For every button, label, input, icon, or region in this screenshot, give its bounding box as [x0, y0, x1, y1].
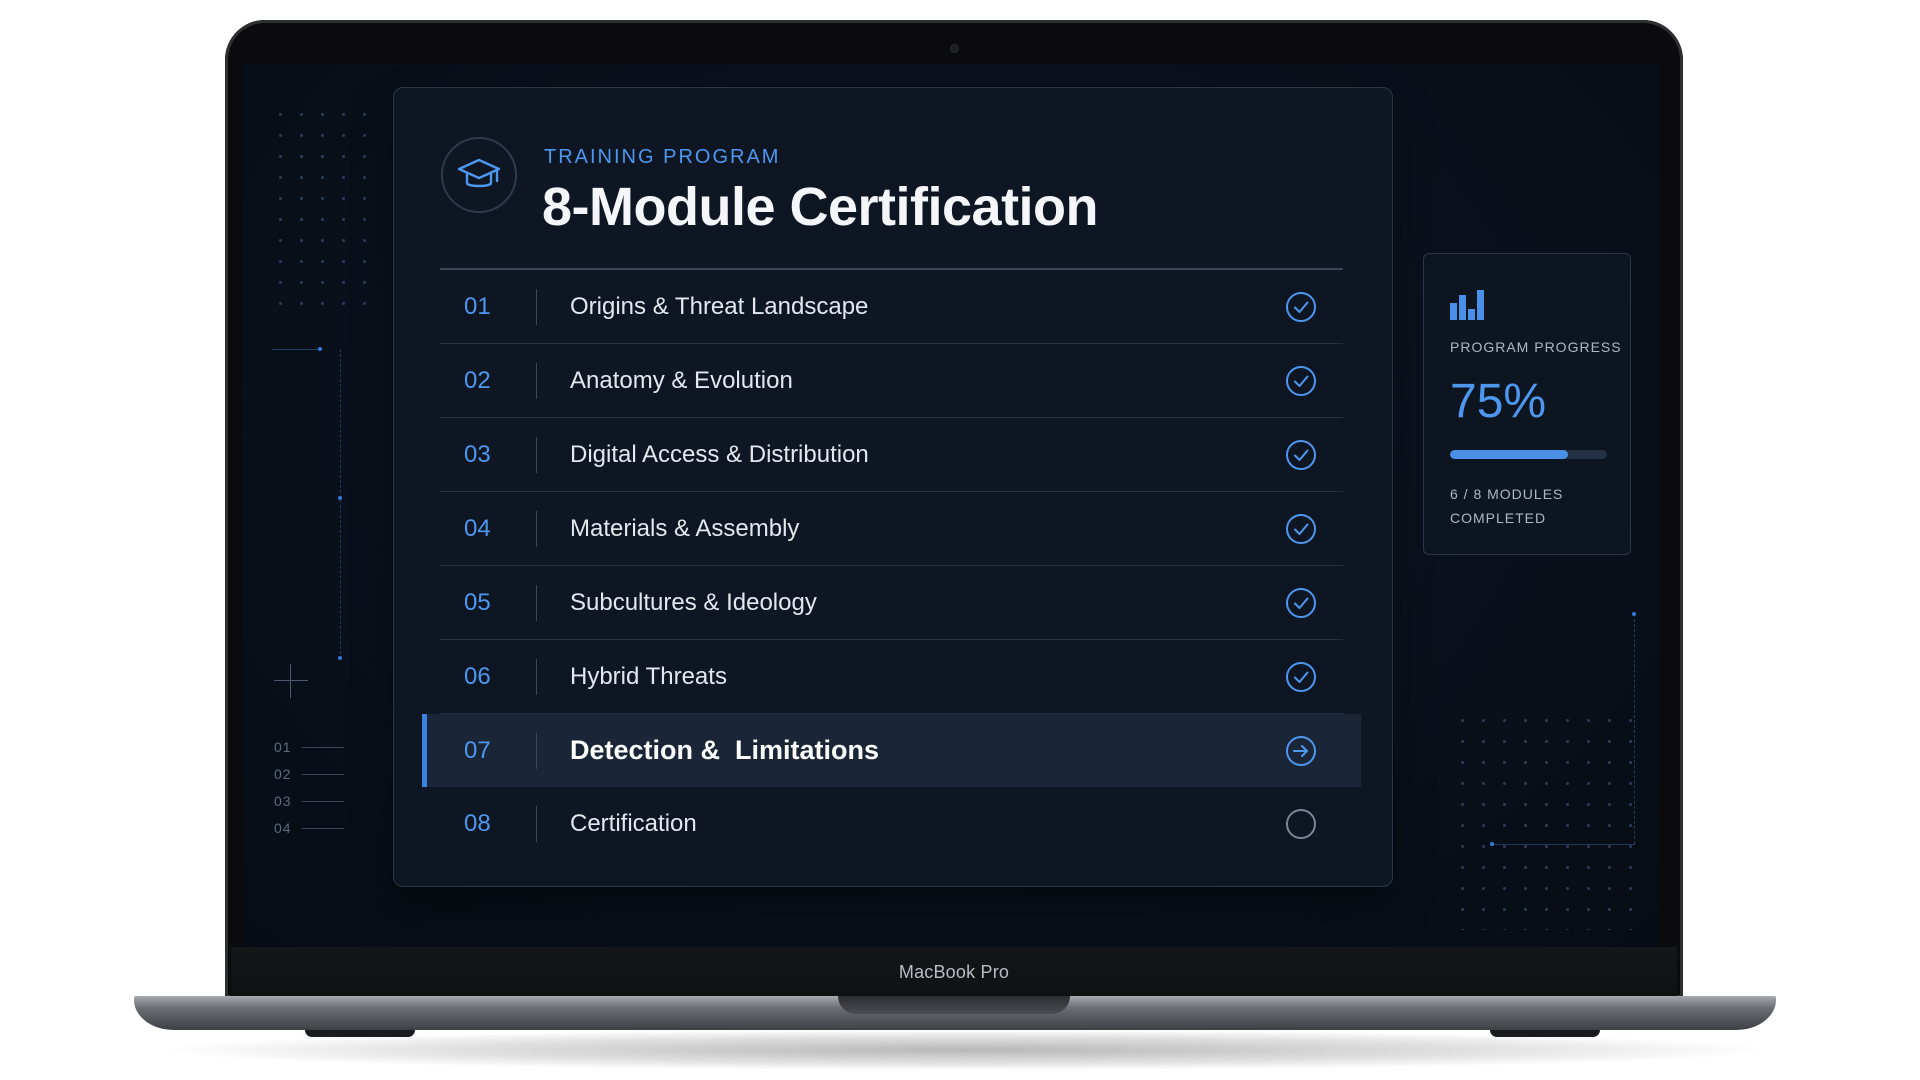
progress-bar-fill — [1450, 450, 1568, 459]
module-title: Anatomy & Evolution — [570, 366, 793, 394]
module-number: 05 — [464, 588, 491, 616]
dot-grid-bottom-right — [1452, 710, 1637, 930]
empty-circle-icon — [1284, 807, 1318, 841]
module-title: Origins & Threat Landscape — [570, 292, 869, 320]
check-circle-icon — [1284, 290, 1318, 324]
check-circle-icon — [1284, 512, 1318, 546]
graduation-cap-icon — [441, 137, 517, 213]
crosshair-icon — [274, 664, 308, 698]
row-separator — [536, 658, 537, 695]
check-circle-icon — [1284, 364, 1318, 398]
module-row-07[interactable]: 07 Detection & Limitations — [422, 714, 1361, 787]
module-number: 07 — [464, 736, 491, 764]
check-circle-icon — [1284, 660, 1318, 694]
deco-dot — [338, 656, 342, 660]
laptop-brand-label: MacBook Pro — [898, 962, 1010, 982]
check-circle-icon — [1284, 438, 1318, 472]
module-number: 01 — [464, 292, 491, 320]
deco-dot — [318, 347, 322, 351]
module-row-06[interactable]: 06 Hybrid Threats — [440, 640, 1343, 714]
laptop-foot-right — [1490, 1030, 1600, 1037]
module-row-04[interactable]: 04 Materials & Assembly — [440, 492, 1343, 566]
module-title: Materials & Assembly — [570, 514, 800, 542]
row-separator — [536, 732, 537, 769]
deco-line — [1492, 844, 1635, 845]
module-number: 02 — [464, 366, 491, 394]
module-list: 01 Origins & Threat Landscape 02 Anatomy… — [422, 270, 1361, 860]
side-legend-item: 04 — [274, 820, 354, 836]
module-number: 08 — [464, 809, 491, 837]
row-separator — [536, 584, 537, 621]
deco-vertical-line — [340, 349, 341, 659]
row-separator — [536, 288, 537, 325]
module-title: Hybrid Threats — [570, 662, 727, 690]
row-separator — [536, 510, 537, 547]
row-separator — [536, 805, 537, 842]
progress-card: PROGRAM PROGRESS 75% 6 / 8 MODULES COMPL… — [1423, 253, 1631, 555]
bar-chart-icon — [1450, 290, 1484, 320]
module-row-08[interactable]: 08 Certification — [440, 787, 1343, 860]
certification-card: TRAINING PROGRAM 8-Module Certification … — [393, 87, 1393, 887]
screen: 01 02 03 04 TRAINING PROGRAM 8-Module Ce… — [242, 64, 1660, 947]
module-title: Detection & Limitations — [570, 735, 880, 765]
module-number: 06 — [464, 662, 491, 690]
row-separator — [536, 362, 537, 399]
laptop-foot-left — [305, 1030, 415, 1037]
laptop-notch — [838, 996, 1070, 1014]
module-row-01[interactable]: 01 Origins & Threat Landscape — [440, 270, 1343, 344]
modules-completed-text: 6 / 8 MODULES COMPLETED — [1450, 486, 1564, 526]
module-number: 03 — [464, 440, 491, 468]
progress-bar — [1450, 450, 1607, 459]
module-title: Digital Access & Distribution — [570, 440, 869, 468]
module-row-03[interactable]: 03 Digital Access & Distribution — [440, 418, 1343, 492]
side-legend-item: 02 — [274, 766, 354, 782]
side-legend-item: 03 — [274, 793, 354, 809]
webcam — [950, 44, 959, 53]
module-title: Certification — [570, 809, 697, 837]
row-separator — [536, 436, 537, 473]
deco-dot — [1632, 612, 1636, 616]
deco-line — [272, 349, 320, 350]
check-circle-icon — [1284, 586, 1318, 620]
progress-label: PROGRAM PROGRESS — [1450, 339, 1622, 355]
module-row-02[interactable]: 02 Anatomy & Evolution — [440, 344, 1343, 418]
eyebrow-label: TRAINING PROGRAM — [544, 146, 781, 168]
page-title: 8-Module Certification — [542, 177, 1099, 237]
side-legend-item: 01 — [274, 739, 354, 755]
module-title: Subcultures & Ideology — [570, 588, 817, 616]
deco-vertical-line — [1634, 614, 1635, 844]
module-row-05[interactable]: 05 Subcultures & Ideology — [440, 566, 1343, 640]
deco-dot — [1490, 842, 1494, 846]
deco-dot — [338, 496, 342, 500]
dot-grid-top-left — [270, 104, 380, 314]
progress-value: 75% — [1450, 375, 1547, 428]
module-number: 04 — [464, 514, 491, 542]
arrow-circle-icon[interactable] — [1284, 734, 1318, 768]
